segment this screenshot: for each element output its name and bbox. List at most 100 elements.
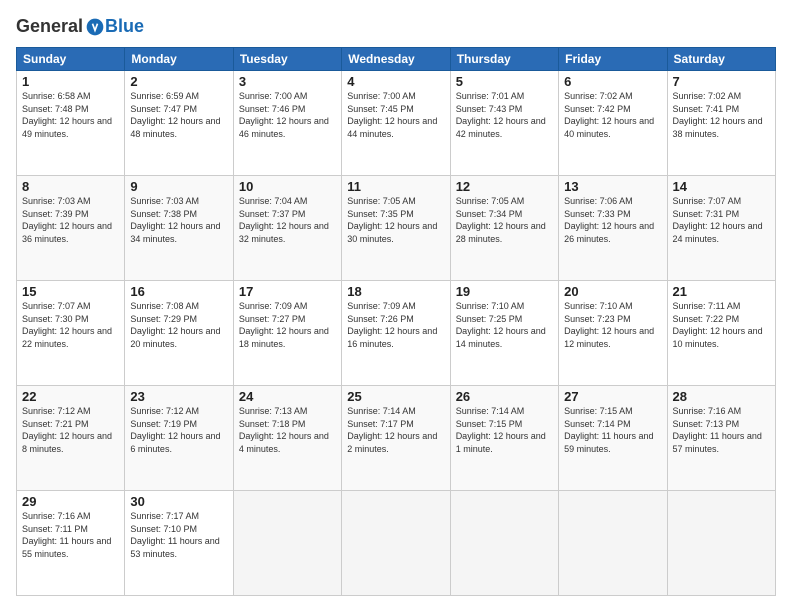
day-cell-17: 17Sunrise: 7:09 AMSunset: 7:27 PMDayligh… bbox=[233, 281, 341, 386]
logo-blue-text: Blue bbox=[105, 16, 144, 37]
day-cell-14: 14Sunrise: 7:07 AMSunset: 7:31 PMDayligh… bbox=[667, 176, 775, 281]
day-cell-29: 29Sunrise: 7:16 AMSunset: 7:11 PMDayligh… bbox=[17, 491, 125, 596]
day-number: 22 bbox=[22, 389, 119, 404]
day-cell-8: 8Sunrise: 7:03 AMSunset: 7:39 PMDaylight… bbox=[17, 176, 125, 281]
day-number: 27 bbox=[564, 389, 661, 404]
logo: General Blue bbox=[16, 16, 144, 37]
day-number: 26 bbox=[456, 389, 553, 404]
day-info: Sunrise: 7:06 AMSunset: 7:33 PMDaylight:… bbox=[564, 195, 661, 245]
day-cell-5: 5Sunrise: 7:01 AMSunset: 7:43 PMDaylight… bbox=[450, 71, 558, 176]
day-info: Sunrise: 7:16 AMSunset: 7:11 PMDaylight:… bbox=[22, 510, 119, 560]
day-cell-2: 2Sunrise: 6:59 AMSunset: 7:47 PMDaylight… bbox=[125, 71, 233, 176]
day-cell-18: 18Sunrise: 7:09 AMSunset: 7:26 PMDayligh… bbox=[342, 281, 450, 386]
day-cell-27: 27Sunrise: 7:15 AMSunset: 7:14 PMDayligh… bbox=[559, 386, 667, 491]
empty-cell bbox=[233, 491, 341, 596]
day-cell-10: 10Sunrise: 7:04 AMSunset: 7:37 PMDayligh… bbox=[233, 176, 341, 281]
day-cell-19: 19Sunrise: 7:10 AMSunset: 7:25 PMDayligh… bbox=[450, 281, 558, 386]
day-info: Sunrise: 7:09 AMSunset: 7:26 PMDaylight:… bbox=[347, 300, 444, 350]
day-cell-25: 25Sunrise: 7:14 AMSunset: 7:17 PMDayligh… bbox=[342, 386, 450, 491]
day-cell-1: 1Sunrise: 6:58 AMSunset: 7:48 PMDaylight… bbox=[17, 71, 125, 176]
day-cell-3: 3Sunrise: 7:00 AMSunset: 7:46 PMDaylight… bbox=[233, 71, 341, 176]
week-row-4: 22Sunrise: 7:12 AMSunset: 7:21 PMDayligh… bbox=[17, 386, 776, 491]
empty-cell bbox=[559, 491, 667, 596]
day-number: 25 bbox=[347, 389, 444, 404]
empty-cell bbox=[450, 491, 558, 596]
calendar-table: SundayMondayTuesdayWednesdayThursdayFrid… bbox=[16, 47, 776, 596]
day-info: Sunrise: 7:12 AMSunset: 7:21 PMDaylight:… bbox=[22, 405, 119, 455]
weekday-tuesday: Tuesday bbox=[233, 48, 341, 71]
day-info: Sunrise: 7:16 AMSunset: 7:13 PMDaylight:… bbox=[673, 405, 770, 455]
day-cell-16: 16Sunrise: 7:08 AMSunset: 7:29 PMDayligh… bbox=[125, 281, 233, 386]
logo-general-text: General bbox=[16, 16, 83, 37]
week-row-1: 1Sunrise: 6:58 AMSunset: 7:48 PMDaylight… bbox=[17, 71, 776, 176]
day-cell-26: 26Sunrise: 7:14 AMSunset: 7:15 PMDayligh… bbox=[450, 386, 558, 491]
day-number: 18 bbox=[347, 284, 444, 299]
day-number: 12 bbox=[456, 179, 553, 194]
day-cell-4: 4Sunrise: 7:00 AMSunset: 7:45 PMDaylight… bbox=[342, 71, 450, 176]
day-info: Sunrise: 7:00 AMSunset: 7:46 PMDaylight:… bbox=[239, 90, 336, 140]
calendar-body: 1Sunrise: 6:58 AMSunset: 7:48 PMDaylight… bbox=[17, 71, 776, 596]
day-info: Sunrise: 7:05 AMSunset: 7:34 PMDaylight:… bbox=[456, 195, 553, 245]
day-number: 28 bbox=[673, 389, 770, 404]
day-info: Sunrise: 7:03 AMSunset: 7:38 PMDaylight:… bbox=[130, 195, 227, 245]
day-number: 13 bbox=[564, 179, 661, 194]
day-info: Sunrise: 7:05 AMSunset: 7:35 PMDaylight:… bbox=[347, 195, 444, 245]
day-number: 17 bbox=[239, 284, 336, 299]
weekday-header-row: SundayMondayTuesdayWednesdayThursdayFrid… bbox=[17, 48, 776, 71]
day-number: 20 bbox=[564, 284, 661, 299]
day-number: 29 bbox=[22, 494, 119, 509]
day-info: Sunrise: 7:02 AMSunset: 7:41 PMDaylight:… bbox=[673, 90, 770, 140]
logo-icon bbox=[85, 17, 105, 37]
day-number: 14 bbox=[673, 179, 770, 194]
day-number: 1 bbox=[22, 74, 119, 89]
day-info: Sunrise: 6:58 AMSunset: 7:48 PMDaylight:… bbox=[22, 90, 119, 140]
day-cell-9: 9Sunrise: 7:03 AMSunset: 7:38 PMDaylight… bbox=[125, 176, 233, 281]
day-cell-30: 30Sunrise: 7:17 AMSunset: 7:10 PMDayligh… bbox=[125, 491, 233, 596]
week-row-5: 29Sunrise: 7:16 AMSunset: 7:11 PMDayligh… bbox=[17, 491, 776, 596]
day-number: 6 bbox=[564, 74, 661, 89]
day-number: 16 bbox=[130, 284, 227, 299]
day-number: 30 bbox=[130, 494, 227, 509]
day-cell-28: 28Sunrise: 7:16 AMSunset: 7:13 PMDayligh… bbox=[667, 386, 775, 491]
day-number: 15 bbox=[22, 284, 119, 299]
day-info: Sunrise: 7:12 AMSunset: 7:19 PMDaylight:… bbox=[130, 405, 227, 455]
day-number: 5 bbox=[456, 74, 553, 89]
day-number: 11 bbox=[347, 179, 444, 194]
day-info: Sunrise: 7:02 AMSunset: 7:42 PMDaylight:… bbox=[564, 90, 661, 140]
day-number: 21 bbox=[673, 284, 770, 299]
day-cell-7: 7Sunrise: 7:02 AMSunset: 7:41 PMDaylight… bbox=[667, 71, 775, 176]
weekday-monday: Monday bbox=[125, 48, 233, 71]
day-number: 2 bbox=[130, 74, 227, 89]
day-info: Sunrise: 7:10 AMSunset: 7:25 PMDaylight:… bbox=[456, 300, 553, 350]
day-number: 3 bbox=[239, 74, 336, 89]
day-number: 19 bbox=[456, 284, 553, 299]
day-number: 8 bbox=[22, 179, 119, 194]
day-number: 24 bbox=[239, 389, 336, 404]
day-number: 9 bbox=[130, 179, 227, 194]
day-info: Sunrise: 7:10 AMSunset: 7:23 PMDaylight:… bbox=[564, 300, 661, 350]
day-cell-12: 12Sunrise: 7:05 AMSunset: 7:34 PMDayligh… bbox=[450, 176, 558, 281]
day-cell-20: 20Sunrise: 7:10 AMSunset: 7:23 PMDayligh… bbox=[559, 281, 667, 386]
day-cell-21: 21Sunrise: 7:11 AMSunset: 7:22 PMDayligh… bbox=[667, 281, 775, 386]
day-info: Sunrise: 7:07 AMSunset: 7:31 PMDaylight:… bbox=[673, 195, 770, 245]
day-info: Sunrise: 7:14 AMSunset: 7:17 PMDaylight:… bbox=[347, 405, 444, 455]
day-number: 4 bbox=[347, 74, 444, 89]
weekday-saturday: Saturday bbox=[667, 48, 775, 71]
day-cell-24: 24Sunrise: 7:13 AMSunset: 7:18 PMDayligh… bbox=[233, 386, 341, 491]
day-cell-23: 23Sunrise: 7:12 AMSunset: 7:19 PMDayligh… bbox=[125, 386, 233, 491]
week-row-3: 15Sunrise: 7:07 AMSunset: 7:30 PMDayligh… bbox=[17, 281, 776, 386]
day-info: Sunrise: 7:13 AMSunset: 7:18 PMDaylight:… bbox=[239, 405, 336, 455]
day-number: 10 bbox=[239, 179, 336, 194]
day-info: Sunrise: 7:03 AMSunset: 7:39 PMDaylight:… bbox=[22, 195, 119, 245]
day-info: Sunrise: 7:01 AMSunset: 7:43 PMDaylight:… bbox=[456, 90, 553, 140]
weekday-sunday: Sunday bbox=[17, 48, 125, 71]
day-cell-6: 6Sunrise: 7:02 AMSunset: 7:42 PMDaylight… bbox=[559, 71, 667, 176]
weekday-thursday: Thursday bbox=[450, 48, 558, 71]
day-info: Sunrise: 7:11 AMSunset: 7:22 PMDaylight:… bbox=[673, 300, 770, 350]
day-info: Sunrise: 7:08 AMSunset: 7:29 PMDaylight:… bbox=[130, 300, 227, 350]
day-info: Sunrise: 7:00 AMSunset: 7:45 PMDaylight:… bbox=[347, 90, 444, 140]
calendar-page: General Blue SundayMondayTuesdayWednesda… bbox=[0, 0, 792, 612]
day-cell-11: 11Sunrise: 7:05 AMSunset: 7:35 PMDayligh… bbox=[342, 176, 450, 281]
header: General Blue bbox=[16, 16, 776, 37]
day-info: Sunrise: 6:59 AMSunset: 7:47 PMDaylight:… bbox=[130, 90, 227, 140]
